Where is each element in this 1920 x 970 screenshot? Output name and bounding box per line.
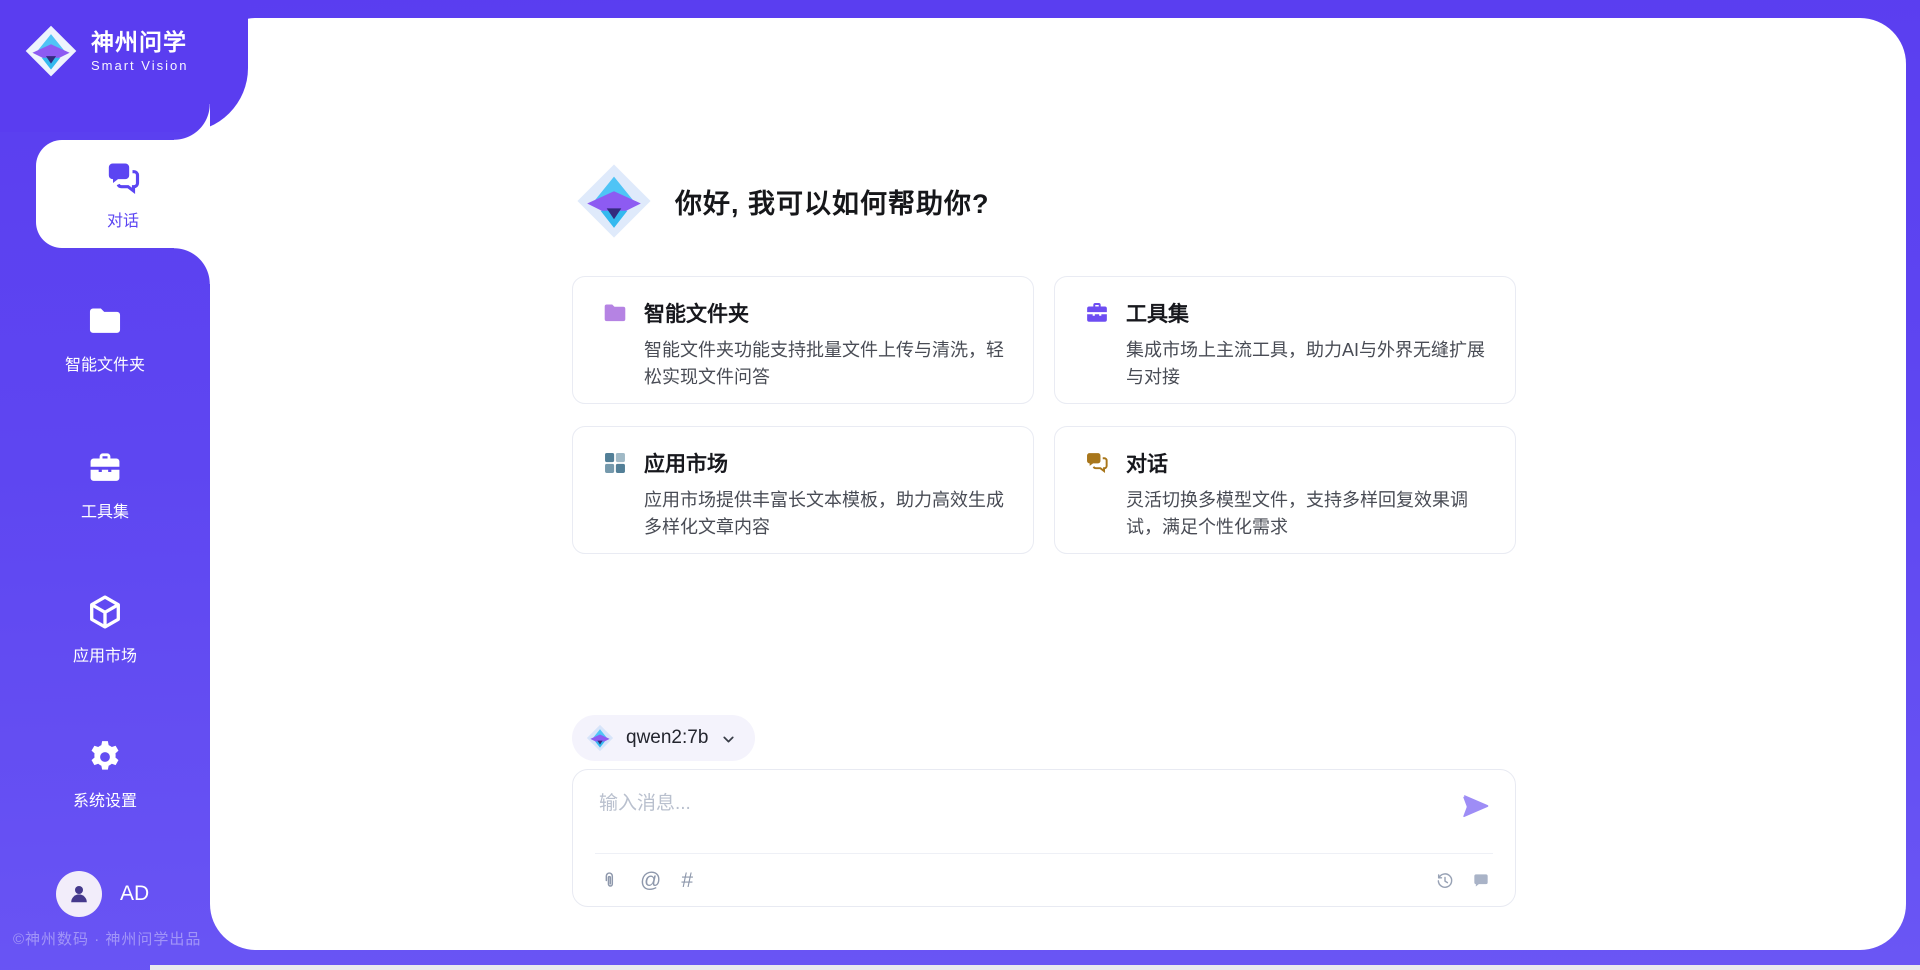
toolbox-icon [1084, 300, 1110, 326]
feature-cards: 智能文件夹 智能文件夹功能支持批量文件上传与清洗，轻松实现文件问答 工具集 集成… [572, 276, 1516, 554]
sidebar-item-settings[interactable]: 系统设置 [0, 738, 210, 811]
window-bottom-edge [150, 965, 1920, 970]
model-name: qwen2:7b [626, 727, 708, 749]
sidebar-item-label: 系统设置 [73, 787, 137, 811]
sidebar-footer-credit: ©神州数码 · 神州问学出品 [13, 928, 201, 949]
card-title: 工具集 [1126, 298, 1189, 328]
brand-tagline: Smart Vision [91, 58, 188, 73]
card-description: 智能文件夹功能支持批量文件上传与清洗，轻松实现文件问答 [644, 337, 1007, 391]
hash-icon[interactable]: # [681, 870, 693, 891]
card-title: 对话 [1126, 448, 1168, 478]
card-description: 集成市场上主流工具，助力AI与外界无缝扩展与对接 [1126, 337, 1489, 391]
user-profile[interactable]: AD [56, 871, 149, 917]
composer-tools-left: @ # [599, 870, 693, 891]
sidebar-item-label: 智能文件夹 [65, 351, 145, 375]
message-input[interactable] [599, 788, 1429, 834]
paperclip-icon[interactable] [599, 870, 620, 891]
at-mention-icon[interactable]: @ [640, 870, 661, 891]
main-panel: 你好, 我可以如何帮助你? 智能文件夹 智能文件夹功能支持批量文件上传与清洗，轻… [210, 18, 1906, 950]
composer-divider [595, 853, 1493, 854]
folder-icon [86, 302, 124, 340]
person-icon [66, 881, 92, 907]
composer-tools-right [1435, 871, 1491, 891]
user-name: AD [120, 882, 149, 906]
gear-icon [86, 738, 124, 776]
sidebar-item-app-market[interactable]: 应用市场 [0, 593, 210, 666]
sidebar-item-smart-folder[interactable]: 智能文件夹 [0, 302, 210, 375]
card-description: 应用市场提供丰富长文本模板，助力高效生成多样化文章内容 [644, 487, 1007, 541]
model-logo-icon [586, 724, 614, 752]
message-composer: @ # [572, 769, 1516, 907]
sidebar-item-chat[interactable]: 对话 [36, 140, 210, 248]
app-root: 你好, 我可以如何帮助你? 智能文件夹 智能文件夹功能支持批量文件上传与清洗，轻… [0, 0, 1920, 970]
greeting: 你好, 我可以如何帮助你? [575, 162, 990, 240]
brand-name: 神州问学 [91, 29, 188, 55]
card-smart-folder[interactable]: 智能文件夹 智能文件夹功能支持批量文件上传与清洗，轻松实现文件问答 [572, 276, 1034, 404]
avatar [56, 871, 102, 917]
card-app-market[interactable]: 应用市场 应用市场提供丰富长文本模板，助力高效生成多样化文章内容 [572, 426, 1034, 554]
content-column: 你好, 我可以如何帮助你? 智能文件夹 智能文件夹功能支持批量文件上传与清洗，轻… [572, 18, 1516, 950]
sidebar-item-label: 对话 [107, 207, 139, 231]
model-selector[interactable]: qwen2:7b [572, 715, 755, 761]
send-icon[interactable] [1461, 791, 1491, 821]
greeting-title: 你好, 我可以如何帮助你? [675, 182, 990, 221]
card-toolset[interactable]: 工具集 集成市场上主流工具，助力AI与外界无缝扩展与对接 [1054, 276, 1516, 404]
sidebar-header: 神州问学 Smart Vision [0, 0, 248, 132]
brand-diamond-logo [24, 24, 78, 78]
card-title: 智能文件夹 [644, 298, 749, 328]
chevron-down-icon [720, 731, 737, 748]
chat-bubble-icon[interactable] [1471, 871, 1491, 891]
brand: 神州问学 Smart Vision [0, 0, 248, 78]
chat-icon [1084, 450, 1110, 476]
cube-icon [86, 593, 124, 631]
folder-icon [602, 300, 628, 326]
card-chat[interactable]: 对话 灵活切换多模型文件，支持多样回复效果调试，满足个性化需求 [1054, 426, 1516, 554]
toolbox-icon [86, 449, 124, 487]
grid-icon [602, 450, 628, 476]
chat-icon [103, 158, 143, 198]
card-description: 灵活切换多模型文件，支持多样回复效果调试，满足个性化需求 [1126, 487, 1489, 541]
history-icon[interactable] [1435, 871, 1455, 891]
sidebar-item-toolset[interactable]: 工具集 [0, 449, 210, 522]
sidebar-item-label: 应用市场 [73, 642, 137, 666]
sidebar-item-label: 工具集 [81, 498, 129, 522]
brand-diamond-logo [575, 162, 653, 240]
card-title: 应用市场 [644, 448, 728, 478]
